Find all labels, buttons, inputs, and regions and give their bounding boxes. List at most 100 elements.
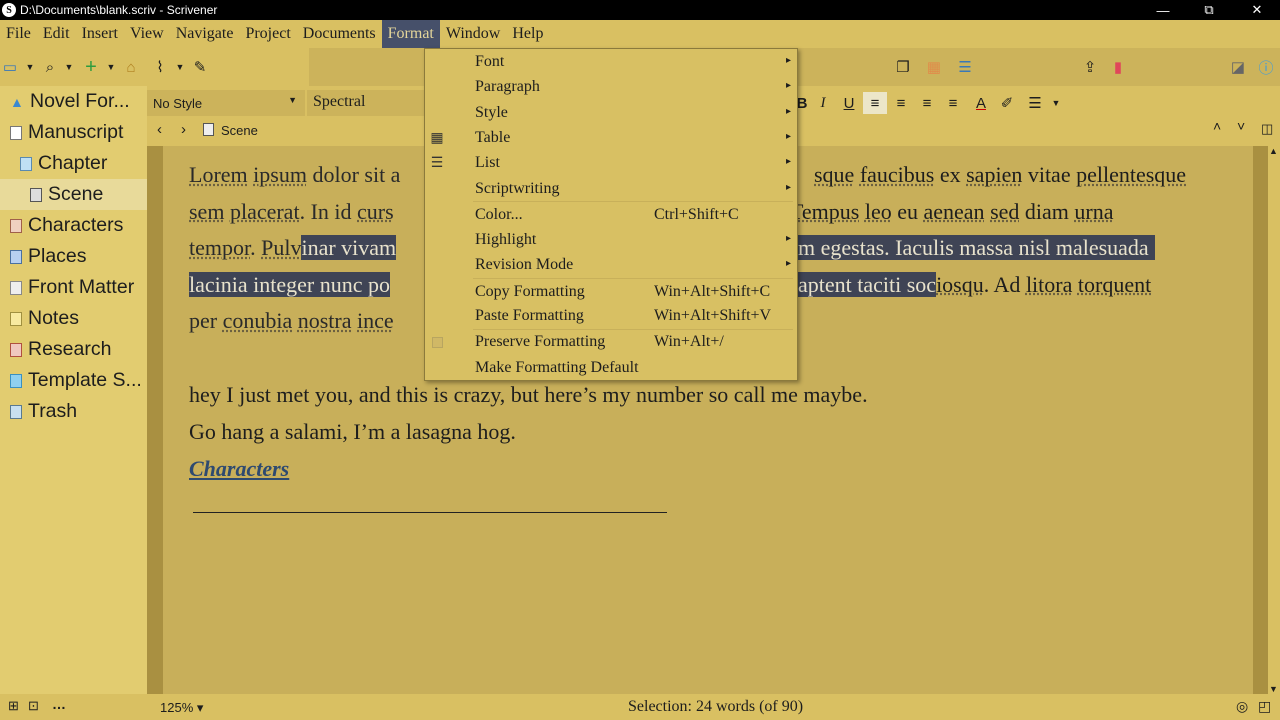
scene-icon (30, 187, 42, 202)
document-title[interactable]: Scene (221, 123, 258, 138)
add-folder-icon[interactable]: ⊡ (28, 698, 39, 714)
info-icon[interactable]: ⓘ (1256, 57, 1276, 77)
menu-item-shortcut: Ctrl+Shift+C (654, 206, 739, 223)
chevron-down-icon[interactable]: ˅ (1237, 118, 1245, 134)
format-menu: Font ▸ Paragraph ▸ Style ▸ ▦ Table ▸ ☰ L… (424, 48, 798, 381)
menu-item-label: Scriptwriting (475, 180, 560, 197)
binder-item-label: Notes (28, 307, 79, 329)
chevron-up-icon[interactable]: ˄ (1213, 118, 1221, 134)
menu-item-revision-mode[interactable]: Revision Mode ▸ (425, 253, 797, 278)
menu-navigate[interactable]: Navigate (170, 20, 240, 48)
menu-item-preserve-formatting[interactable]: Preserve Formatting Win+Alt+/ (425, 330, 797, 355)
menu-item-font[interactable]: Font ▸ (425, 50, 797, 75)
add-icon[interactable]: + (81, 56, 101, 78)
editor-scrollbar[interactable]: ▲ ▼ (1268, 146, 1280, 694)
chevron-down-icon[interactable]: ▼ (101, 57, 121, 77)
binder-item-trash[interactable]: Trash (0, 396, 147, 427)
add-document-icon[interactable]: ⊞ (8, 698, 19, 714)
share-icon[interactable]: ⇪ (1080, 57, 1100, 77)
chevron-down-icon[interactable]: ▼ (1044, 92, 1068, 114)
highlight-icon[interactable]: ✐ (995, 92, 1019, 114)
trash-icon[interactable]: ⌂ (121, 57, 141, 77)
notes-icon (10, 311, 22, 326)
menu-item-scriptwriting[interactable]: Scriptwriting ▸ (425, 177, 797, 202)
menu-edit[interactable]: Edit (37, 20, 76, 48)
chevron-down-icon[interactable]: ▼ (20, 57, 40, 77)
menu-window[interactable]: Window (440, 20, 506, 48)
style-select[interactable]: No Style ▼ (147, 90, 305, 116)
menu-separator (473, 201, 793, 202)
align-justify-button[interactable]: ≡ (915, 92, 939, 114)
attachment-icon[interactable]: ⌇ (150, 57, 170, 77)
zoom-select[interactable]: 125% ▾ (160, 700, 203, 716)
menu-item-table[interactable]: ▦ Table ▸ (425, 126, 797, 151)
binder-item-research[interactable]: Research (0, 334, 147, 365)
inspector-icon[interactable]: ◪ (1228, 57, 1248, 77)
menu-project[interactable]: Project (239, 20, 296, 48)
menu-item-copy-formatting[interactable]: Copy Formatting Win+Alt+Shift+C (425, 280, 797, 305)
more-icon[interactable]: … (52, 696, 66, 712)
menu-item-paste-formatting[interactable]: Paste Formatting Win+Alt+Shift+V (425, 304, 797, 329)
binder-toggle-icon[interactable]: ▭ (0, 57, 20, 77)
binder-item-manuscript[interactable]: Manuscript (0, 117, 147, 148)
target-icon[interactable]: ◎ (1236, 698, 1248, 715)
close-button[interactable]: ✕ (1234, 0, 1280, 20)
binder-item-front-matter[interactable]: Front Matter (0, 272, 147, 303)
maximize-button[interactable]: ⧉ (1186, 0, 1232, 20)
copy-view-icon[interactable]: ❐ (893, 57, 913, 77)
binder-item-novel-format[interactable]: ▲ Novel For... (0, 86, 147, 117)
binder-item-chapter[interactable]: Chapter (0, 148, 147, 179)
bookmark-icon[interactable]: ▮ (1108, 57, 1128, 77)
minimize-button[interactable]: — (1140, 0, 1186, 20)
binder-item-template-sheets[interactable]: Template S... (0, 365, 147, 396)
characters-link[interactable]: Characters (189, 450, 289, 487)
menu-view[interactable]: View (124, 20, 170, 48)
places-icon (10, 249, 22, 264)
selection-status: Selection: 24 words (of 90) (628, 698, 804, 715)
menu-item-label: List (475, 154, 500, 171)
font-family-select[interactable]: Spectral (307, 90, 427, 116)
align-left-button[interactable]: ≡ (863, 92, 887, 114)
forward-arrow-icon[interactable]: › (181, 121, 186, 138)
binder-item-scene[interactable]: Scene (0, 179, 147, 210)
selection-highlight: inar vivam (301, 235, 397, 260)
menu-help[interactable]: Help (506, 20, 549, 48)
menu-item-shortcut: Win+Alt+Shift+C (654, 283, 771, 300)
note-edit-icon[interactable]: ✎ (190, 57, 210, 77)
split-editor-icon[interactable]: ◫ (1261, 121, 1273, 137)
menu-format[interactable]: Format (381, 20, 440, 48)
characters-icon (10, 218, 22, 233)
align-right-button[interactable]: ≡ (941, 92, 965, 114)
binder-item-notes[interactable]: Notes (0, 303, 147, 334)
outline-icon[interactable]: ☰ (955, 57, 975, 77)
corkboard-icon[interactable]: ▦ (924, 57, 944, 77)
selection-highlight: aptent taciti soc (798, 271, 937, 297)
menu-item-style[interactable]: Style ▸ (425, 101, 797, 126)
binder-item-places[interactable]: Places (0, 241, 147, 272)
compose-icon[interactable]: ◰ (1258, 698, 1271, 715)
binder-item-label: Manuscript (28, 121, 124, 143)
back-arrow-icon[interactable]: ‹ (157, 121, 162, 138)
text-color-icon[interactable]: A (969, 92, 993, 114)
menu-item-label: Make Formatting Default (475, 359, 639, 376)
chevron-down-icon[interactable]: ▼ (170, 57, 190, 77)
scroll-down-icon[interactable]: ▼ (1269, 684, 1278, 694)
menu-file[interactable]: File (0, 20, 37, 48)
menu-item-color[interactable]: Color... Ctrl+Shift+C (425, 203, 797, 228)
search-icon[interactable]: ⌕ (40, 57, 60, 77)
menu-insert[interactable]: Insert (76, 20, 124, 48)
selection-highlight: m egestas. Iaculis massa nisl malesuada (798, 235, 1155, 260)
menu-item-label: Preserve Formatting (475, 333, 606, 350)
menu-item-list[interactable]: ☰ List ▸ (425, 151, 797, 176)
menu-item-make-formatting-default[interactable]: Make Formatting Default (425, 356, 797, 381)
chevron-down-icon[interactable]: ▼ (59, 57, 79, 77)
submenu-arrow-icon: ▸ (785, 55, 791, 66)
scroll-up-icon[interactable]: ▲ (1269, 146, 1278, 156)
underline-button[interactable]: U (837, 92, 861, 114)
binder-item-characters[interactable]: Characters (0, 210, 147, 241)
menu-item-highlight[interactable]: Highlight ▸ (425, 228, 797, 253)
italic-button[interactable]: I (811, 92, 835, 114)
menu-item-paragraph[interactable]: Paragraph ▸ (425, 75, 797, 100)
menu-documents[interactable]: Documents (297, 20, 382, 48)
align-center-button[interactable]: ≡ (889, 92, 913, 114)
